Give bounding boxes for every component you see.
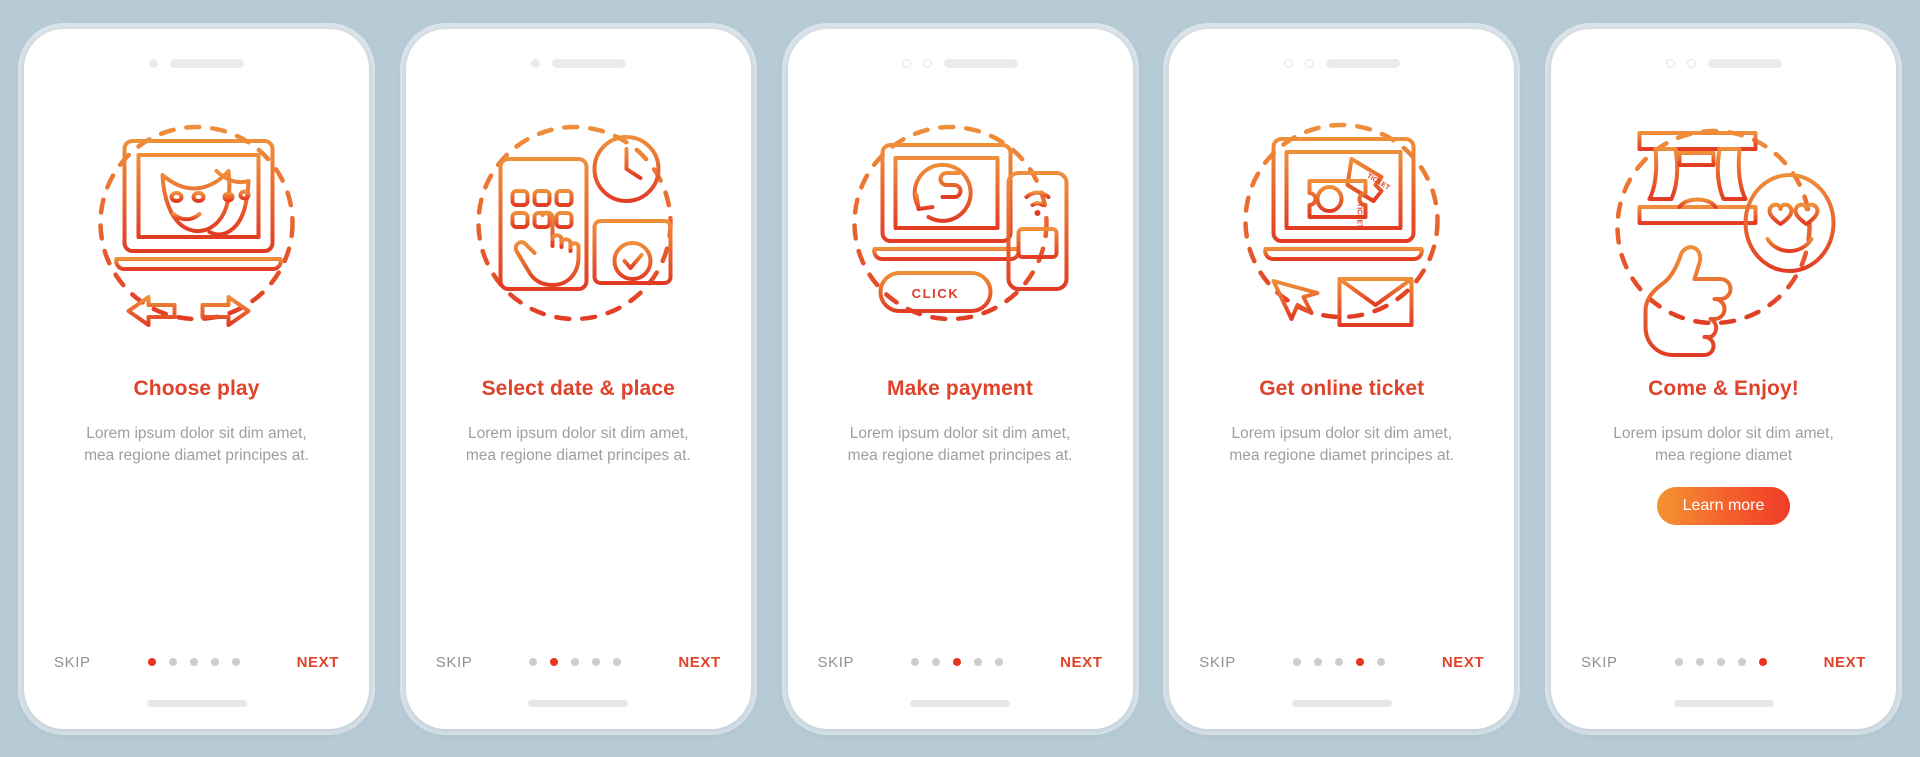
onboarding-screens-row: Choose play Lorem ipsum dolor sit dim am… bbox=[0, 0, 1920, 757]
screen-footer: SKIP NEXT bbox=[1169, 654, 1514, 671]
screen-footer: SKIP NEXT bbox=[406, 654, 751, 671]
camera-icon bbox=[149, 59, 158, 68]
camera-icon-secondary bbox=[923, 59, 932, 68]
illustration-come-and-enjoy bbox=[1596, 111, 1851, 357]
step-dot-1[interactable] bbox=[529, 658, 538, 666]
home-indicator bbox=[910, 699, 1010, 707]
speaker-icon bbox=[944, 59, 1018, 68]
screen-footer: SKIP NEXT bbox=[788, 654, 1133, 671]
screen-footer: SKIP NEXT bbox=[1551, 654, 1896, 671]
illustration-get-online-ticket: TICKET TICKET bbox=[1214, 111, 1469, 341]
next-button[interactable]: NEXT bbox=[678, 654, 720, 671]
step-dot-2[interactable] bbox=[1695, 658, 1704, 666]
step-dot-3[interactable] bbox=[953, 658, 962, 666]
step-dots bbox=[147, 658, 240, 666]
home-indicator bbox=[528, 699, 629, 707]
onboarding-screen-1: Choose play Lorem ipsum dolor sit dim am… bbox=[24, 28, 369, 729]
screen-body-text: Lorem ipsum dolor sit dim amet, mea regi… bbox=[847, 424, 1073, 464]
step-dot-4[interactable] bbox=[210, 658, 219, 666]
step-dot-4[interactable] bbox=[974, 658, 983, 666]
step-dot-2[interactable] bbox=[1313, 658, 1322, 666]
step-dot-5[interactable] bbox=[1376, 658, 1385, 666]
camera-icon bbox=[530, 59, 540, 68]
step-dot-2[interactable] bbox=[168, 658, 177, 666]
camera-icon bbox=[1665, 59, 1675, 68]
screen-footer: SKIP NEXT bbox=[24, 654, 369, 671]
skip-button[interactable]: SKIP bbox=[818, 654, 855, 671]
next-button[interactable]: NEXT bbox=[1824, 654, 1866, 671]
screen-body-text: Lorem ipsum dolor sit dim amet, mea regi… bbox=[1229, 424, 1455, 464]
step-dot-3[interactable] bbox=[571, 658, 580, 666]
phone-notch bbox=[1551, 29, 1896, 83]
step-dots bbox=[529, 658, 622, 666]
onboarding-screen-4: TICKET TICKET Get online ticket Lorem ip… bbox=[1169, 28, 1515, 729]
step-dot-3[interactable] bbox=[1716, 658, 1725, 666]
learn-more-button[interactable]: Learn more bbox=[1656, 486, 1791, 525]
step-dots bbox=[1292, 658, 1385, 666]
next-button[interactable]: NEXT bbox=[1442, 654, 1484, 671]
phone-notch bbox=[24, 29, 369, 83]
click-label: CLICK bbox=[911, 286, 959, 301]
step-dot-2[interactable] bbox=[932, 658, 941, 666]
onboarding-screen-3: CLICK Make payment Lorem ipsum dolor sit… bbox=[787, 28, 1133, 729]
step-dot-1[interactable] bbox=[1674, 658, 1683, 666]
step-dot-5[interactable] bbox=[231, 658, 240, 666]
step-dot-4[interactable] bbox=[1355, 658, 1364, 666]
skip-button[interactable]: SKIP bbox=[54, 654, 91, 671]
step-dot-4[interactable] bbox=[1737, 658, 1746, 666]
phone-notch bbox=[788, 29, 1133, 83]
step-dot-2[interactable] bbox=[550, 658, 559, 666]
svg-text:TICKET: TICKET bbox=[1356, 203, 1363, 229]
screen-title: Select date & place bbox=[481, 376, 675, 400]
home-indicator bbox=[1291, 699, 1392, 707]
step-dot-1[interactable] bbox=[1292, 658, 1301, 666]
home-indicator bbox=[146, 699, 247, 707]
illustration-choose-play bbox=[69, 111, 324, 341]
camera-icon-secondary bbox=[1304, 59, 1314, 68]
phone-notch bbox=[1169, 29, 1514, 83]
step-dot-5[interactable] bbox=[995, 658, 1004, 666]
step-dot-1[interactable] bbox=[911, 658, 920, 666]
speaker-icon bbox=[1707, 59, 1782, 68]
skip-button[interactable]: SKIP bbox=[436, 654, 473, 671]
screen-title: Come & Enjoy! bbox=[1648, 376, 1799, 400]
step-dot-5[interactable] bbox=[613, 658, 622, 666]
screen-title: Make payment bbox=[887, 376, 1033, 400]
speaker-icon bbox=[551, 59, 626, 68]
screen-title: Get online ticket bbox=[1259, 376, 1425, 400]
speaker-icon bbox=[1325, 59, 1400, 68]
camera-icon-secondary bbox=[1686, 59, 1696, 68]
onboarding-screen-5: Come & Enjoy! Lorem ipsum dolor sit dim … bbox=[1551, 28, 1896, 729]
step-dots bbox=[911, 658, 1004, 666]
screen-title: Choose play bbox=[133, 376, 260, 400]
screen-body-text: Lorem ipsum dolor sit dim amet, mea regi… bbox=[84, 424, 309, 464]
illustration-make-payment: CLICK bbox=[833, 111, 1088, 341]
camera-icon bbox=[902, 59, 911, 68]
screen-body-text: Lorem ipsum dolor sit dim amet, mea regi… bbox=[1613, 424, 1834, 464]
step-dot-3[interactable] bbox=[1334, 658, 1343, 666]
screen-body-text: Lorem ipsum dolor sit dim amet, mea regi… bbox=[465, 424, 691, 464]
camera-icon bbox=[1283, 59, 1293, 68]
phone-notch bbox=[406, 29, 751, 83]
speaker-icon bbox=[170, 59, 244, 68]
step-dots bbox=[1674, 658, 1767, 666]
skip-button[interactable]: SKIP bbox=[1199, 654, 1236, 671]
next-button[interactable]: NEXT bbox=[1060, 654, 1102, 671]
step-dot-3[interactable] bbox=[189, 658, 198, 666]
step-dot-1[interactable] bbox=[147, 658, 156, 666]
home-indicator bbox=[1673, 699, 1774, 707]
illustration-select-date-place bbox=[451, 111, 706, 341]
onboarding-screen-2: Select date & place Lorem ipsum dolor si… bbox=[405, 28, 751, 729]
skip-button[interactable]: SKIP bbox=[1581, 654, 1618, 671]
next-button[interactable]: NEXT bbox=[297, 654, 339, 671]
step-dot-4[interactable] bbox=[592, 658, 601, 666]
step-dot-5[interactable] bbox=[1758, 658, 1767, 666]
